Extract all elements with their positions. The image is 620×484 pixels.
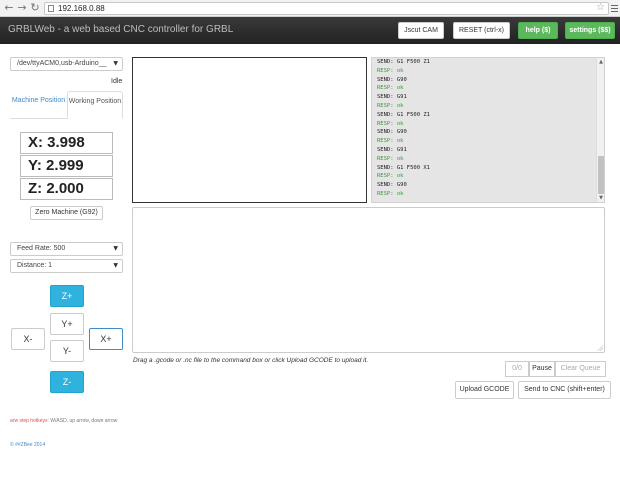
console-line: SEND: G90 <box>377 182 407 189</box>
dropdown-caret-icon: ▼ <box>113 245 118 252</box>
x-position: X: 3.998 <box>20 132 113 154</box>
send-to-cnc-button[interactable]: Send to CNC (shift+enter) <box>518 381 611 399</box>
dropdown-caret-icon: ▼ <box>113 60 118 67</box>
x-minus-button[interactable]: X- <box>11 328 45 350</box>
console-line: SEND: G1 F500 X1 <box>377 164 430 171</box>
feed-rate-value: Feed Rate: 500 <box>17 245 66 252</box>
page-icon <box>48 5 54 12</box>
serial-port-value: /dev/ttyACM0,usb-Arduino__ <box>17 60 107 67</box>
jscut-cam-button[interactable]: Jscut CAM <box>398 22 444 39</box>
hotkeys-note: arw step hotkeys: W/ASD, up arrow, down … <box>10 416 120 426</box>
reset-button[interactable]: RESET (ctrl-x) <box>453 22 510 39</box>
tab-working-position[interactable]: Working Position <box>67 91 123 119</box>
hotkeys-label: arw step hotkeys: <box>10 418 49 424</box>
reload-icon[interactable]: ↻ <box>29 2 41 14</box>
console-line: SEND: G1 F500 Z1 <box>377 59 430 65</box>
scroll-up-icon[interactable]: ▲ <box>598 59 604 65</box>
console-line: RESP: ok <box>377 190 404 197</box>
zero-machine-button[interactable]: Zero Machine (G92) <box>30 206 103 220</box>
upload-gcode-button[interactable]: Upload GCODE <box>455 381 514 399</box>
console-line: RESP: ok <box>377 155 404 162</box>
hotkeys-text: W/ASD, up arrow, down arrow <box>50 418 118 424</box>
settings-button[interactable]: settings ($$) <box>565 22 615 39</box>
y-position: Y: 2.999 <box>20 155 113 177</box>
browser-toolbar: ← → ↻ 192.168.0.88 ☆ <box>0 0 620 17</box>
console-line: SEND: G90 <box>377 76 407 83</box>
resize-grip-icon[interactable] <box>597 345 603 351</box>
x-plus-button[interactable]: X+ <box>89 328 123 350</box>
console-line: RESP: ok <box>377 85 404 92</box>
console-line: RESP: ok <box>377 67 404 74</box>
distance-value: Distance: 1 <box>17 262 53 269</box>
console-line: RESP: ok <box>377 138 404 145</box>
upload-hint: Drag a .gcode or .nc file to the command… <box>133 357 369 364</box>
machine-status: Idle <box>111 78 123 85</box>
toolpath-preview[interactable] <box>132 57 367 203</box>
queue-count: 0/0 <box>505 361 529 377</box>
console-line: RESP: ok <box>377 120 404 127</box>
distance-select[interactable]: Distance: 1 ▼ <box>10 259 123 273</box>
console-line: SEND: G91 <box>377 146 407 153</box>
scroll-down-icon[interactable]: ▼ <box>598 195 604 201</box>
copyright: © ##ZBee 2014 <box>10 442 46 448</box>
console-log[interactable]: SEND: G1 F500 Z1 RESP: ok SEND: G90 RESP: o… <box>371 57 605 203</box>
back-icon[interactable]: ← <box>3 2 15 14</box>
console-scrollbar[interactable]: ▲ ▼ <box>596 58 604 202</box>
y-plus-button[interactable]: Y+ <box>50 313 84 335</box>
z-position: Z: 2.000 <box>20 178 113 200</box>
serial-port-select[interactable]: /dev/ttyACM0,usb-Arduino__ ▼ <box>10 57 123 71</box>
bookmark-star-icon[interactable]: ☆ <box>596 2 605 13</box>
console-line: RESP: ok <box>377 102 404 109</box>
scrollbar-thumb[interactable] <box>598 156 604 194</box>
navbar: GRBLWeb - a web based CNC controller for… <box>0 17 620 44</box>
z-minus-button[interactable]: Z- <box>50 371 84 393</box>
z-plus-button[interactable]: Z+ <box>50 285 84 307</box>
console-line: RESP: ok <box>377 173 404 180</box>
forward-icon[interactable]: → <box>16 2 28 14</box>
clear-queue-button[interactable]: Clear Queue <box>555 361 606 377</box>
y-minus-button[interactable]: Y- <box>50 340 84 362</box>
brand-title: GRBLWeb - a web based CNC controller for… <box>8 24 234 35</box>
address-bar[interactable]: 192.168.0.88 ☆ <box>44 2 609 15</box>
help-button[interactable]: help ($) <box>518 22 558 39</box>
console-line: SEND: G1 F500 Z1 <box>377 111 430 118</box>
console-line: SEND: G91 <box>377 94 407 101</box>
dropdown-caret-icon: ▼ <box>113 262 118 269</box>
console-lines: SEND: G1 F500 Z1 RESP: ok SEND: G90 RESP: o… <box>372 58 604 199</box>
pause-button[interactable]: Pause <box>529 361 555 377</box>
gcode-command-box[interactable] <box>132 207 605 353</box>
console-line: SEND: G90 <box>377 129 407 136</box>
feed-rate-select[interactable]: Feed Rate: 500 ▼ <box>10 242 123 256</box>
tab-machine-position[interactable]: Machine Position <box>10 91 67 119</box>
url-text: 192.168.0.88 <box>58 4 105 13</box>
menu-icon[interactable] <box>611 3 618 13</box>
